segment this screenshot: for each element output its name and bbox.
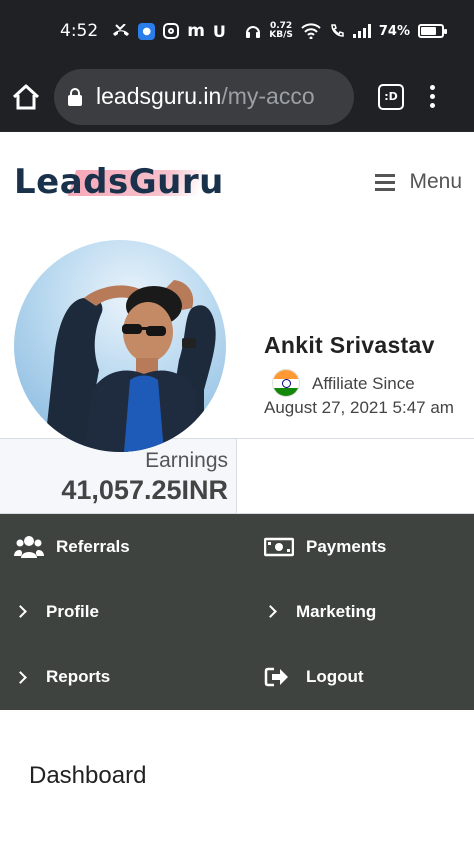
nav-profile-label: Profile — [46, 601, 99, 621]
nav-logout-label: Logout — [306, 667, 364, 686]
sign-out-icon — [264, 666, 294, 688]
browser-toolbar: leadsguru.in/my-acco :D — [0, 62, 474, 132]
avatar — [14, 240, 226, 452]
app-u-icon: U — [212, 21, 226, 41]
status-time: 4:52 — [60, 21, 99, 41]
lock-icon — [68, 87, 82, 106]
india-flag-icon — [272, 369, 300, 397]
site-logo[interactable]: LeadsGuru — [14, 162, 224, 202]
nav-reports-label: Reports — [46, 667, 111, 686]
dashboard-title: Dashboard — [29, 762, 147, 789]
network-speed: 0.72 KB/S — [269, 22, 293, 40]
signal-strength-icon — [352, 24, 371, 38]
affiliate-since-label: Affiliate Since — [312, 373, 415, 393]
volte-call-icon — [329, 23, 345, 39]
affiliate-since-row: Affiliate Since — [264, 369, 464, 397]
nav-referrals[interactable]: Referrals — [0, 514, 250, 579]
logo-text: LeadsGuru — [14, 162, 224, 202]
network-speed-unit: KB/S — [269, 30, 293, 40]
account-nav: Referrals Payments Profile Marketing Rep… — [0, 514, 474, 710]
nav-payments[interactable]: Payments — [250, 514, 474, 579]
gmail-icon: m — [187, 21, 205, 41]
notification-icons: ● m U — [112, 21, 226, 41]
status-bar: 4:52 ● m U 0.72 KB/S 74% — [0, 0, 474, 62]
instagram-icon — [163, 23, 180, 39]
users-icon — [14, 534, 44, 560]
system-indicators: 0.72 KB/S 74% — [245, 22, 447, 40]
home-button[interactable] — [6, 77, 46, 117]
earnings-value: 41,057.25INR — [61, 475, 228, 505]
nav-reports[interactable]: Reports — [0, 644, 250, 710]
url-domain: leadsguru.in — [96, 83, 222, 109]
battery-icon — [418, 24, 447, 38]
nav-marketing-label: Marketing — [296, 601, 377, 621]
battery-percent: 74% — [378, 23, 410, 39]
nav-logout[interactable]: Logout — [250, 644, 474, 710]
hamburger-icon — [375, 173, 396, 191]
nav-payments-label: Payments — [306, 536, 387, 556]
tab-switcher-button[interactable]: :D — [378, 83, 404, 110]
url-path: /my-acco — [221, 83, 315, 109]
more-options-icon[interactable] — [430, 85, 435, 108]
earnings-label: Earnings — [145, 449, 228, 472]
earnings-row: Earnings 41,057.25INR — [0, 438, 474, 514]
chevron-right-icon — [14, 605, 34, 618]
profile-name: Ankit Srivastav — [264, 332, 435, 358]
money-bill-icon — [264, 537, 294, 557]
nav-referrals-label: Referrals — [56, 536, 130, 556]
menu-button[interactable]: Menu — [375, 170, 462, 194]
profile-info: Ankit Srivastav Affiliate Since August 2… — [264, 332, 464, 418]
headphones-icon — [245, 23, 261, 39]
site-header: LeadsGuru Menu — [0, 132, 474, 232]
home-icon — [12, 84, 40, 109]
app-notification-icon: ● — [138, 22, 156, 40]
wifi-icon — [301, 23, 321, 39]
affiliate-since-date: August 27, 2021 5:47 am — [264, 398, 454, 417]
address-bar[interactable]: leadsguru.in/my-acco — [54, 68, 354, 125]
nav-profile[interactable]: Profile — [0, 579, 250, 644]
missed-call-icon — [112, 24, 130, 38]
url-text[interactable]: leadsguru.in/my-acco — [96, 83, 315, 110]
menu-label: Menu — [409, 170, 462, 193]
chevron-right-icon — [264, 605, 284, 618]
profile-section: Ankit Srivastav Affiliate Since August 2… — [0, 232, 474, 452]
chevron-right-icon — [14, 670, 34, 684]
profile-photo — [44, 280, 216, 452]
nav-marketing[interactable]: Marketing — [250, 579, 474, 644]
